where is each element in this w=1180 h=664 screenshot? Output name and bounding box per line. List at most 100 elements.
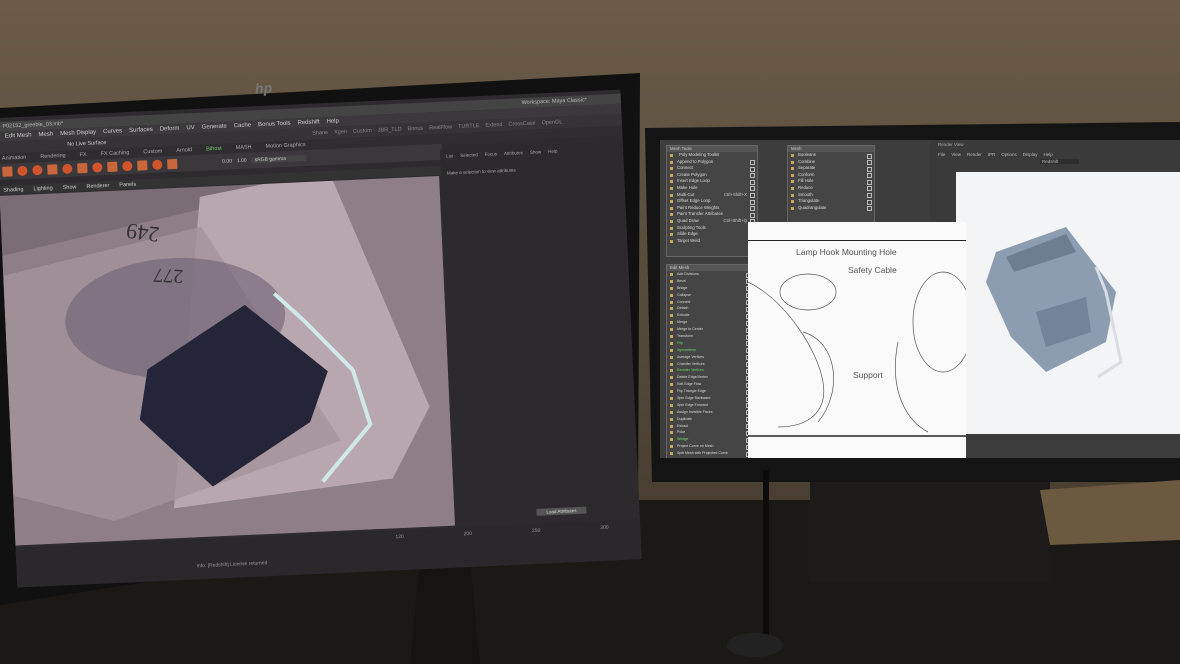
shelf-tab-custom[interactable]: Custom — [353, 128, 372, 135]
edit-mesh-item[interactable]: Chamfer Vertices — [667, 361, 753, 368]
shelf-tab-turtle[interactable]: TURTLE — [458, 123, 480, 130]
edit-mesh-item[interactable]: Add Divisions — [667, 271, 753, 278]
option-box-icon[interactable] — [867, 206, 872, 212]
attr-tab-attributes[interactable]: Attributes — [504, 150, 523, 156]
rv-menu-render[interactable]: Render — [967, 152, 982, 157]
menu-surfaces[interactable]: Surfaces — [129, 127, 153, 134]
shelf-tab-animation[interactable]: Animation — [2, 155, 27, 162]
edit-mesh-item[interactable]: Transform — [667, 333, 753, 340]
edit-mesh-item[interactable]: Bridge — [667, 285, 753, 292]
menu-mesh-display[interactable]: Mesh Display — [60, 129, 96, 137]
shelf-tab-custom2[interactable]: Custom — [143, 148, 162, 155]
rv-menu-help[interactable]: Help — [1044, 152, 1053, 157]
edit-mesh-item[interactable]: Merge to Center — [667, 326, 753, 333]
rv-menu-ipr[interactable]: IPR — [988, 152, 996, 157]
shelf-tab-arnold[interactable]: Arnold — [176, 147, 192, 154]
menu-bonus-tools[interactable]: Bonus Tools — [258, 121, 291, 128]
menu-help[interactable]: Help — [326, 118, 339, 125]
shelf-tab-fx[interactable]: FX — [79, 152, 86, 158]
edit-mesh-item[interactable]: Collapse — [667, 292, 753, 299]
mesh-item[interactable]: Quadrangulate — [788, 205, 874, 212]
attr-tab-show[interactable]: Show — [530, 149, 541, 155]
mesh-tools-item[interactable]: Connect — [667, 165, 757, 172]
load-attributes-button[interactable]: Load Attributes — [536, 506, 587, 516]
mesh-item[interactable]: Combine — [788, 159, 874, 166]
3d-viewport[interactable]: 249 277 — [0, 175, 455, 546]
shelf-tool-icon[interactable] — [77, 162, 88, 174]
shelf-tab-opengl[interactable]: OpenGL — [542, 119, 563, 126]
mesh-tools-item[interactable]: Make Hole — [667, 185, 757, 192]
edit-mesh-item[interactable]: Poke — [667, 429, 753, 436]
edit-mesh-item[interactable]: Spin Edge Backward — [667, 395, 753, 402]
edit-mesh-item[interactable]: Merge — [667, 319, 753, 326]
render-canvas[interactable] — [956, 172, 1180, 434]
shelf-tab-fx-caching[interactable]: FX Caching — [101, 150, 130, 157]
edit-mesh-item[interactable]: Edit Edge Flow — [667, 381, 753, 388]
menu-cache[interactable]: Cache — [234, 122, 252, 129]
attr-tab-focus[interactable]: Focus — [485, 151, 497, 157]
shelf-tab-realflow[interactable]: RealFlow — [429, 124, 452, 131]
shelf-tab-extend[interactable]: Extend — [485, 122, 502, 129]
menu-edit-mesh[interactable]: Edit Mesh — [5, 132, 32, 139]
attr-tab-list[interactable]: List — [446, 153, 453, 158]
mesh-tools-item[interactable]: Append to Polygon — [667, 159, 757, 166]
shelf-tool-icon[interactable] — [92, 162, 103, 173]
edit-mesh-item[interactable]: Reorder Vertices — [667, 367, 753, 374]
panel-menu-show[interactable]: Show — [63, 184, 77, 191]
shelf-tool-icon[interactable] — [32, 164, 43, 176]
mesh-item[interactable]: Conform — [788, 172, 874, 179]
edit-mesh-item[interactable]: Average Vertices — [667, 354, 753, 361]
mesh-item[interactable]: Triangulate — [788, 198, 874, 205]
menu-curves[interactable]: Curves — [103, 128, 122, 135]
mesh-tools-item[interactable]: Target Weld — [667, 238, 757, 245]
edit-mesh-item[interactable]: Bevel — [667, 278, 753, 285]
shelf-tool-icon[interactable] — [122, 160, 133, 172]
rv-menu-display[interactable]: Display — [1023, 152, 1038, 157]
edit-mesh-item[interactable]: Assign Invisible Faces — [667, 409, 753, 416]
renderer-dropdown[interactable]: Redshift — [1040, 159, 1079, 164]
mesh-item[interactable]: Smooth — [788, 192, 874, 199]
edit-mesh-item[interactable]: Flip — [667, 340, 753, 347]
edit-mesh-item[interactable]: Connect — [667, 299, 753, 306]
shelf-tab-rendering[interactable]: Rendering — [40, 153, 66, 160]
edit-mesh-item[interactable]: Project Curve on Mesh — [667, 443, 753, 450]
edit-mesh-item[interactable]: Duplicate — [667, 416, 753, 423]
edit-mesh-item[interactable]: Detach — [667, 305, 753, 312]
shelf-tool-icon[interactable] — [47, 164, 58, 175]
rv-menu-options[interactable]: Options — [1001, 152, 1017, 157]
edit-mesh-item[interactable]: Delete Edge/Vertex — [667, 374, 753, 381]
attr-tab-help[interactable]: Help — [548, 149, 557, 154]
panel-menu-shading[interactable]: Shading — [3, 186, 23, 193]
shelf-tool-icon[interactable] — [167, 158, 178, 170]
mesh-item[interactable]: Fill Hole — [788, 178, 874, 185]
mesh-tools-item[interactable]: Offset Edge Loop — [667, 198, 757, 205]
mesh-tools-item[interactable]: Multi-Cut Ctrl+Shift+X — [667, 192, 757, 199]
rv-menu-view[interactable]: View — [951, 152, 961, 157]
panel-menu-lighting[interactable]: Lighting — [33, 185, 53, 192]
shelf-tool-icon[interactable] — [152, 159, 163, 170]
edit-mesh-item[interactable]: Flip Triangle Edge — [667, 388, 753, 395]
mesh-tools-item[interactable]: Create Polygon — [667, 172, 757, 179]
shelf-tab-xgen[interactable]: Xgen — [334, 129, 347, 136]
exposure-value[interactable]: 0.00 — [222, 158, 232, 164]
mesh-tools-item[interactable]: Slide Edge — [667, 231, 757, 238]
shelf-tab-bonus[interactable]: Bonus — [408, 126, 424, 133]
edit-mesh-item[interactable]: Extrude — [667, 312, 753, 319]
menu-generate[interactable]: Generate — [202, 124, 227, 131]
edit-mesh-item[interactable]: Spin Edge Forward — [667, 402, 753, 409]
mesh-item[interactable]: Separate — [788, 165, 874, 172]
shelf-tool-icon[interactable] — [17, 165, 28, 177]
shelf-tab-motion-graphics[interactable]: Motion Graphics — [265, 142, 305, 150]
menu-deform[interactable]: Deform — [160, 126, 180, 133]
shelf-tab-shane[interactable]: Shane — [312, 130, 328, 137]
shelf-tool-icon[interactable] — [107, 161, 118, 172]
mesh-item[interactable]: Reduce — [788, 185, 874, 192]
mesh-item[interactable]: Booleans — [788, 152, 874, 159]
color-space-dropdown[interactable]: sRGB gamma — [251, 154, 307, 164]
edit-mesh-item[interactable]: Wedge — [667, 436, 753, 443]
rv-menu-file[interactable]: File — [938, 152, 945, 157]
menu-uv[interactable]: UV — [186, 125, 195, 131]
panel-menu-panels[interactable]: Panels — [119, 181, 136, 188]
menu-redshift[interactable]: Redshift — [297, 119, 319, 126]
shelf-tool-icon[interactable] — [62, 163, 73, 175]
